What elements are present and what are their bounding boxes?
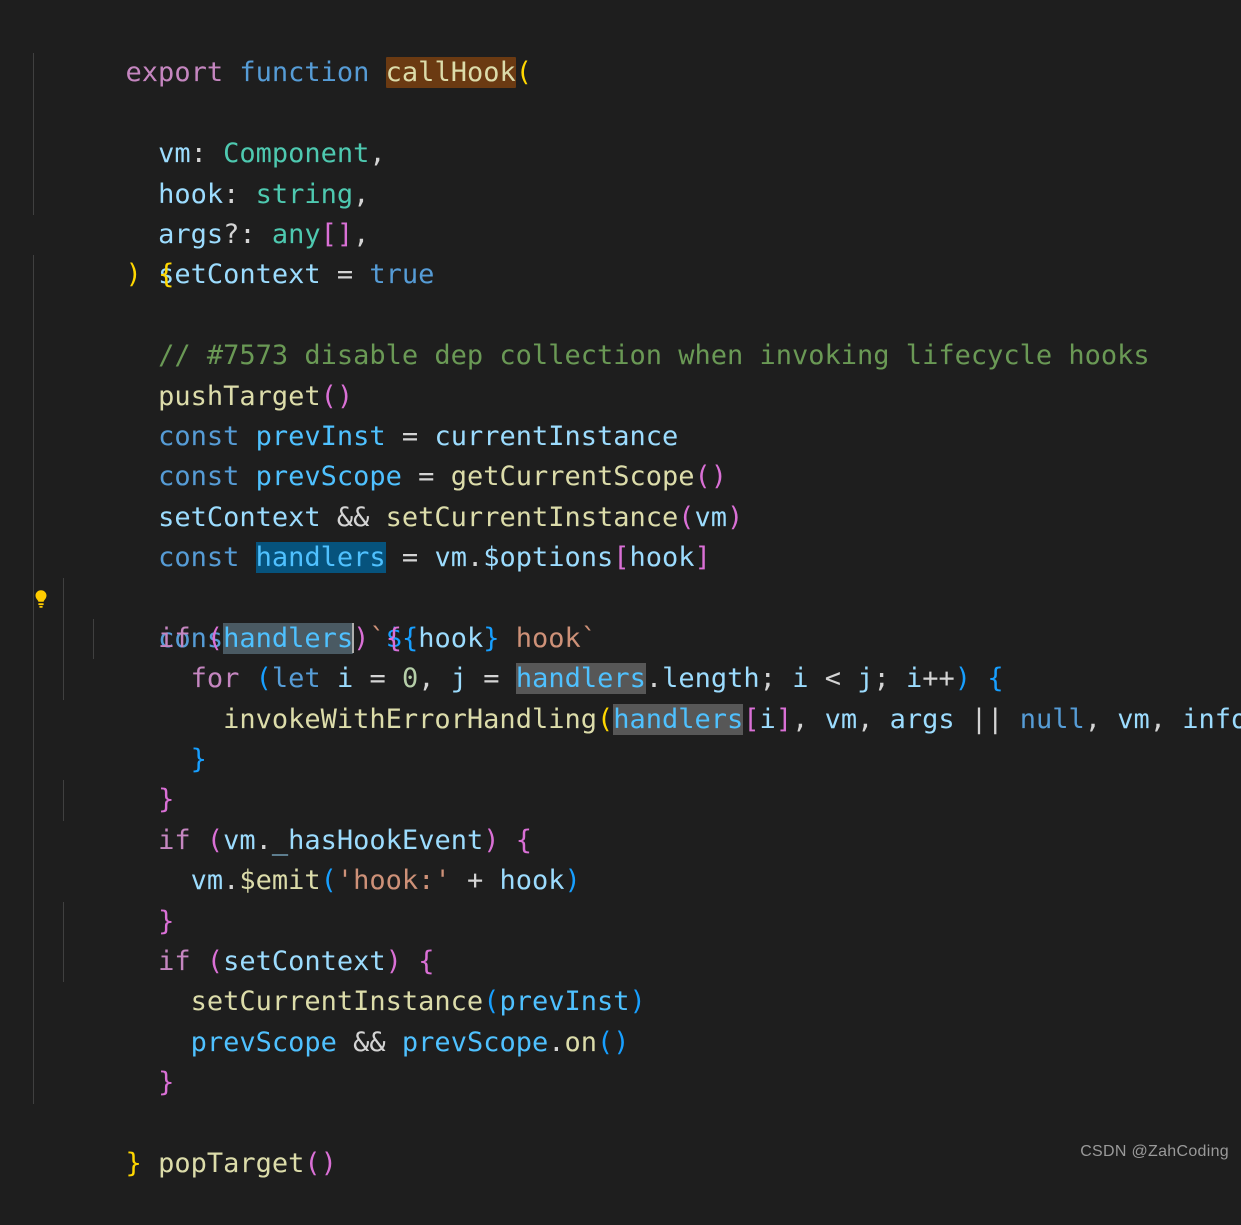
code-line[interactable]: vm: Component, bbox=[0, 53, 1241, 169]
code-line[interactable]: const handlers = vm.$options[hook] bbox=[0, 457, 1241, 574]
code-line[interactable]: hook: string, bbox=[0, 93, 1241, 210]
code-editor[interactable]: export function callHook( vm: Component,… bbox=[0, 0, 1241, 1179]
lightbulb-icon[interactable] bbox=[30, 507, 52, 608]
code-line[interactable]: if (setContext) { bbox=[0, 861, 1241, 977]
code-line[interactable]: const prevInst = currentInstance bbox=[0, 336, 1241, 452]
code-line[interactable]: } bbox=[0, 699, 1241, 815]
code-line[interactable]: popTarget() bbox=[0, 1063, 1241, 1179]
watermark: CSDN @ZahCoding bbox=[1080, 1143, 1229, 1160]
code-line[interactable]: } bbox=[0, 820, 1241, 937]
code-line[interactable]: } bbox=[0, 659, 1241, 775]
code-line[interactable]: pushTarget() bbox=[0, 295, 1241, 412]
code-line[interactable]: } bbox=[0, 1104, 1241, 1179]
code-line[interactable]: const prevScope = getCurrentScope() bbox=[0, 376, 1241, 492]
code-line[interactable]: args?: any[], bbox=[0, 134, 1241, 250]
code-line[interactable]: setContext && setCurrentInstance(vm) bbox=[0, 416, 1241, 533]
code-line-with-code-action[interactable]: const info = `${hook} hook` bbox=[0, 497, 1241, 654]
code-line-comment[interactable]: // #7573 disable dep collection when inv… bbox=[0, 255, 1241, 371]
code-line[interactable]: setCurrentInstance(prevInst) bbox=[0, 901, 1241, 1017]
code-line[interactable]: vm.$emit('hook:' + hook) bbox=[0, 780, 1241, 896]
code-line[interactable]: } bbox=[0, 982, 1241, 1098]
code-line[interactable]: if (handlers) { bbox=[0, 538, 1241, 654]
code-content[interactable]: export function callHook( vm: Component,… bbox=[0, 0, 1241, 1179]
code-line[interactable]: ) { bbox=[0, 215, 1241, 290]
code-line[interactable]: export function callHook( bbox=[0, 13, 1241, 89]
code-line[interactable]: for (let i = 0, j = handlers.length; i <… bbox=[0, 578, 1241, 695]
code-line[interactable]: prevScope && prevScope.on() bbox=[0, 941, 1241, 1058]
code-line[interactable]: setContext = true bbox=[0, 174, 1241, 290]
code-line-empty[interactable] bbox=[0, 1022, 1241, 1064]
code-line[interactable]: if (vm._hasHookEvent) { bbox=[0, 740, 1241, 856]
code-line[interactable]: invokeWithErrorHandling(handlers[i], vm,… bbox=[0, 618, 1241, 735]
